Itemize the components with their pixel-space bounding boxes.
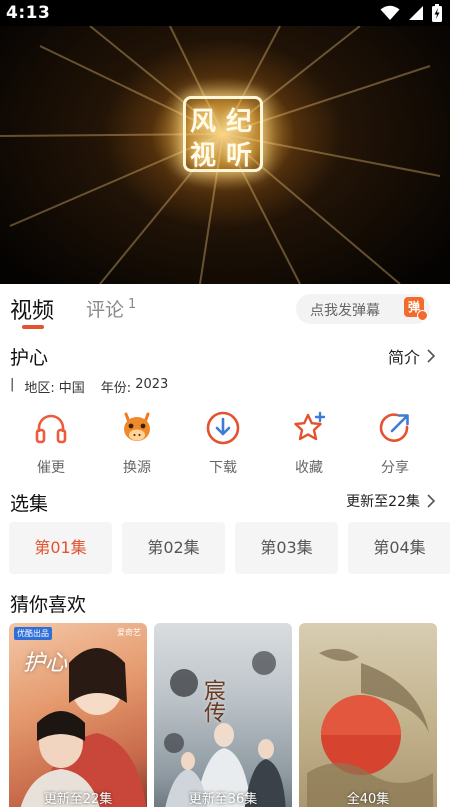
headphones-icon [35, 414, 67, 444]
region-label: 地区: [24, 381, 55, 396]
tab-comment[interactable]: 评论 [86, 295, 124, 322]
episodes-update-label: 更新至22集 [346, 494, 420, 510]
intro-label: 简介 [387, 348, 420, 367]
year-value: 2023 [135, 377, 169, 392]
tab-video[interactable]: 视频 [10, 293, 54, 325]
camel-icon [124, 412, 150, 441]
poster-platform: 爱奇艺 [117, 628, 141, 637]
tab-active-indicator [22, 325, 44, 329]
download-label: 下载 [209, 460, 237, 476]
episodes-title: 选集 [10, 493, 49, 515]
poster-art [307, 648, 433, 807]
meta-bar: | [10, 377, 15, 392]
battery-charging-icon [432, 4, 442, 22]
poster-caption: 更新至22集 [43, 792, 113, 807]
download-icon [206, 411, 240, 445]
favorite-label: 收藏 [295, 460, 323, 476]
recommend-poster-1[interactable]: 护心 优酷出品 爱奇艺 更新至22集 [9, 623, 147, 807]
episodes-update-link[interactable]: 更新至22集 [346, 491, 436, 511]
episode-button-04[interactable]: 第04集 [348, 522, 450, 574]
video-logo: 风 纪 视 听 [183, 96, 263, 172]
wifi-icon [380, 5, 400, 20]
share-button[interactable]: 分享 [352, 408, 438, 478]
share-label: 分享 [381, 460, 409, 476]
tabs-row: 视频 评论 1 点我发弹幕 弹 [0, 284, 450, 330]
year-label: 年份: [100, 381, 132, 396]
poster-caption: 更新至36集 [188, 792, 258, 807]
share-icon [379, 413, 409, 442]
favorite-button[interactable]: 收藏 [266, 408, 352, 478]
urge-update-button[interactable]: 催更 [8, 408, 94, 478]
status-bar: 4:13 [0, 0, 450, 26]
episode-list: 第01集 第02集 第03集 第04集 [9, 522, 450, 574]
recommend-poster-3[interactable]: 全40集 [299, 623, 437, 807]
recommend-list: 护心 优酷出品 爱奇艺 更新至22集 宸传 更新至36集 全40集 [0, 623, 450, 807]
show-title: 护心 [10, 347, 49, 369]
region-value: 中国 [58, 381, 85, 396]
recommend-poster-2[interactable]: 宸传 更新至36集 [154, 623, 292, 807]
star-icon [294, 411, 326, 441]
download-button[interactable]: 下载 [180, 408, 266, 478]
poster-title: 宸传 [200, 679, 225, 723]
poster-tag: 优酷出品 [14, 627, 52, 640]
poster-title: 护心 [23, 651, 68, 676]
show-meta: | 地区: 中国 年份: 2023 [10, 377, 168, 396]
poster-caption: 全40集 [346, 792, 390, 807]
switch-source-label: 换源 [123, 460, 151, 476]
episode-button-01[interactable]: 第01集 [9, 522, 112, 574]
intro-link[interactable]: 简介 [388, 344, 436, 368]
danmaku-input[interactable]: 点我发弹幕 弹 [296, 294, 430, 324]
chevron-right-icon [427, 494, 436, 508]
recommend-title: 猜你喜欢 [10, 594, 87, 616]
danmaku-placeholder: 点我发弹幕 [310, 303, 380, 319]
video-player[interactable]: 风 纪 视 听 [0, 26, 450, 284]
switch-source-button[interactable]: 换源 [94, 408, 180, 478]
danmaku-check-icon [417, 310, 428, 321]
episode-button-03[interactable]: 第03集 [235, 522, 338, 574]
signal-icon [409, 6, 423, 20]
status-time: 4:13 [6, 3, 51, 23]
status-icons [380, 4, 442, 22]
action-bar: 催更 换源 下载 收藏 分享 [8, 408, 438, 478]
comment-count: 1 [128, 297, 137, 312]
urge-update-label: 催更 [37, 460, 65, 476]
episode-button-02[interactable]: 第02集 [122, 522, 225, 574]
chevron-right-icon [427, 349, 436, 363]
